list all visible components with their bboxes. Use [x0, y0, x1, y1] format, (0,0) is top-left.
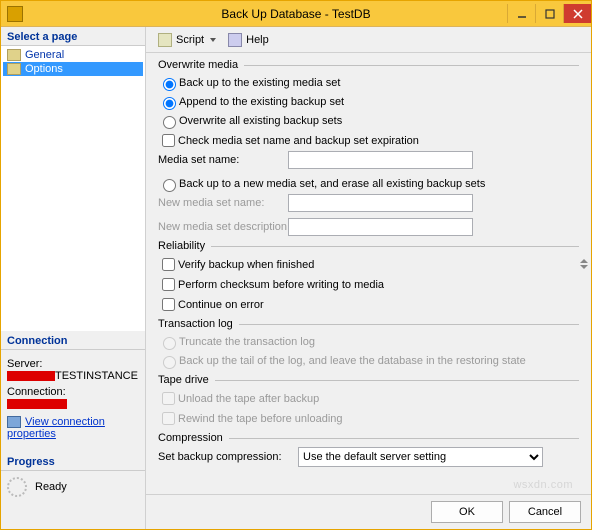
compression-select[interactable]: Use the default server setting	[298, 447, 543, 467]
group-tlog: Transaction log Truncate the transaction…	[158, 318, 579, 370]
check-continue[interactable]: Continue on error	[158, 295, 579, 314]
compression-label: Set backup compression:	[158, 451, 298, 463]
check-unload: Unload the tape after backup	[158, 389, 579, 408]
toolbar: Script Help	[146, 27, 591, 53]
compression-row: Set backup compression: Use the default …	[158, 447, 579, 467]
page-icon	[7, 49, 21, 61]
server-label: Server:	[7, 358, 139, 370]
nav-general[interactable]: General	[3, 48, 143, 62]
spinner-icon	[7, 477, 27, 497]
check-verify[interactable]: Verify backup when finished	[158, 255, 579, 274]
radio-input[interactable]	[163, 179, 176, 192]
connection-label: Connection:	[7, 386, 139, 398]
radio-overwrite-all[interactable]: Overwrite all existing backup sets	[158, 112, 579, 130]
select-page-header: Select a page	[1, 27, 145, 46]
group-tape: Tape drive Unload the tape after backup …	[158, 374, 579, 428]
group-title: Transaction log	[158, 318, 233, 330]
scroll-hint	[580, 259, 588, 269]
progress-area: Ready	[1, 471, 145, 503]
radio-new-media[interactable]: Back up to a new media set, and erase al…	[158, 175, 579, 193]
radio-input	[163, 356, 176, 369]
media-name-input[interactable]	[288, 151, 473, 169]
progress-status: Ready	[35, 481, 67, 493]
progress-header: Progress	[1, 452, 145, 471]
new-media-desc-input	[288, 218, 473, 236]
new-media-name-input	[288, 194, 473, 212]
script-label: Script	[176, 34, 204, 46]
checkbox-input	[162, 392, 175, 405]
chevron-down-icon	[210, 38, 216, 42]
ok-button[interactable]: OK	[431, 501, 503, 523]
window-title: Back Up Database - TestDB	[1, 7, 591, 21]
radio-input	[163, 337, 176, 350]
radio-existing-media[interactable]: Back up to the existing media set	[158, 74, 579, 92]
script-button[interactable]: Script	[154, 31, 220, 49]
nav-label: General	[25, 49, 64, 61]
connection-value	[7, 398, 139, 410]
new-media-desc-row: New media set description:	[158, 218, 579, 236]
nav-label: Options	[25, 63, 63, 75]
group-title: Compression	[158, 432, 223, 444]
server-value: TESTINSTANCE	[7, 370, 139, 382]
properties-icon	[7, 416, 21, 428]
form-area: Overwrite media Back up to the existing …	[146, 53, 591, 494]
titlebar[interactable]: Back Up Database - TestDB	[1, 1, 591, 26]
media-name-row: Media set name:	[158, 151, 579, 169]
right-panel: Script Help Overwrite media Back up to t…	[146, 27, 591, 529]
group-overwrite: Overwrite media Back up to the existing …	[158, 59, 579, 236]
radio-append[interactable]: Append to the existing backup set	[158, 93, 579, 111]
help-icon	[228, 33, 242, 47]
radio-input[interactable]	[163, 97, 176, 110]
check-checksum[interactable]: Perform checksum before writing to media	[158, 275, 579, 294]
group-title: Reliability	[158, 240, 205, 252]
radio-input[interactable]	[163, 116, 176, 129]
checkbox-input[interactable]	[162, 134, 175, 147]
checkbox-input[interactable]	[162, 298, 175, 311]
dialog-body: Select a page General Options Connection…	[1, 26, 591, 529]
script-icon	[158, 33, 172, 47]
connection-header: Connection	[1, 331, 145, 350]
new-media-desc-label: New media set description:	[158, 221, 288, 233]
group-title: Tape drive	[158, 374, 209, 386]
new-media-name-row: New media set name:	[158, 194, 579, 212]
help-label: Help	[246, 34, 269, 46]
connection-info: Server: TESTINSTANCE Connection: View co…	[1, 350, 145, 444]
checkbox-input[interactable]	[162, 258, 175, 271]
media-name-label: Media set name:	[158, 154, 288, 166]
radio-tail: Back up the tail of the log, and leave t…	[158, 352, 579, 370]
check-media-name[interactable]: Check media set name and backup set expi…	[158, 131, 579, 150]
redacted-icon	[7, 399, 67, 409]
new-media-name-label: New media set name:	[158, 197, 288, 209]
dialog-window: Back Up Database - TestDB Select a page …	[0, 0, 592, 530]
footer: OK Cancel	[146, 494, 591, 529]
page-icon	[7, 63, 21, 75]
left-panel: Select a page General Options Connection…	[1, 27, 146, 529]
radio-input[interactable]	[163, 78, 176, 91]
page-nav: General Options	[1, 46, 145, 331]
radio-truncate: Truncate the transaction log	[158, 333, 579, 351]
redacted-icon	[7, 371, 55, 381]
checkbox-input[interactable]	[162, 278, 175, 291]
checkbox-input	[162, 412, 175, 425]
group-title: Overwrite media	[158, 59, 238, 71]
view-connection-link[interactable]: View connection properties	[7, 416, 139, 440]
cancel-button[interactable]: Cancel	[509, 501, 581, 523]
help-button[interactable]: Help	[224, 31, 273, 49]
group-compression: Compression Set backup compression: Use …	[158, 432, 579, 467]
check-rewind: Rewind the tape before unloading	[158, 409, 579, 428]
group-reliability: Reliability Verify backup when finished …	[158, 240, 579, 314]
nav-options[interactable]: Options	[3, 62, 143, 76]
